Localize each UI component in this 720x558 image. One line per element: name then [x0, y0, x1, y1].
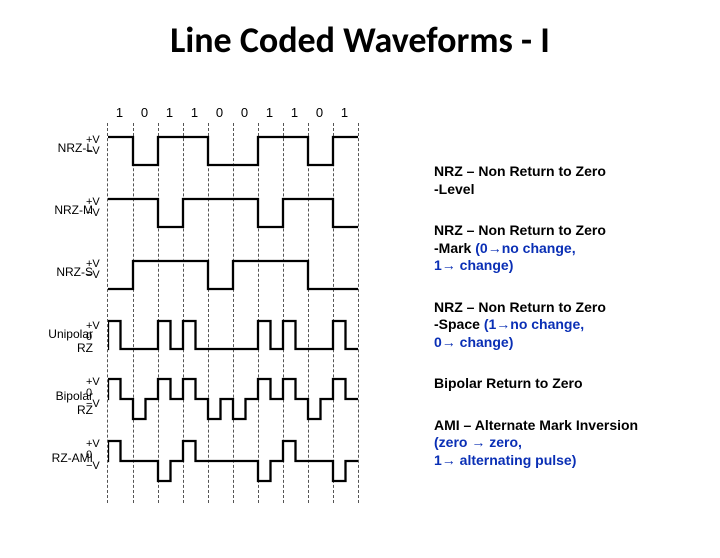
waveform-row: BipolarRZ+V0−V [108, 371, 383, 427]
desc-text: change) [456, 257, 514, 273]
level-labels: +V−V [86, 197, 100, 219]
waveform-nrz_l [108, 123, 358, 179]
waveform-urz [108, 309, 358, 365]
desc-text: 1 [434, 257, 442, 273]
row-label: NRZ-M [28, 203, 93, 217]
row-label: BipolarRZ [28, 389, 93, 417]
bit-sequence: 1011001101 [107, 105, 357, 120]
bit-label: 1 [282, 105, 307, 120]
waveform-brz [108, 371, 358, 427]
waveform-row: UnipolarRZ+V0 [108, 309, 383, 365]
bit-label: 1 [257, 105, 282, 120]
level-labels: +V−V [86, 259, 100, 281]
row-label: UnipolarRZ [28, 327, 93, 355]
desc-text: → [442, 452, 456, 468]
description-block: NRZ – Non Return to Zero-Space (1→no cha… [434, 299, 698, 352]
desc-text: change) [456, 334, 514, 350]
waveform-row: RZ-AMI+V0−V [108, 433, 383, 489]
row-label: RZ-AMI [28, 451, 93, 465]
bit-label: 0 [132, 105, 157, 120]
level-labels: +V0 [86, 321, 100, 343]
waveform-diagram: 1011001101 NRZ-L+V−VNRZ-M+V−VNRZ-S+V−VUn… [22, 103, 412, 548]
desc-text: → [442, 257, 456, 273]
desc-text: → [471, 434, 485, 450]
waveform-row: NRZ-M+V−V [108, 185, 383, 241]
waveform-nrz_s [108, 247, 358, 303]
level-labels: +V0−V [86, 439, 100, 472]
desc-text: (zero [434, 434, 471, 450]
waveform-row: NRZ-S+V−V [108, 247, 383, 303]
bit-label: 1 [182, 105, 207, 120]
bit-label: 1 [332, 105, 357, 120]
desc-text: zero, [485, 434, 522, 450]
bit-label: 0 [307, 105, 332, 120]
row-label: NRZ-L [28, 141, 93, 155]
content-area: 1011001101 NRZ-L+V−VNRZ-M+V−VNRZ-S+V−VUn… [22, 103, 698, 548]
row-label: NRZ-S [28, 265, 93, 279]
descriptions-column: NRZ – Non Return to Zero-Level NRZ – Non … [412, 103, 698, 548]
level-labels: +V−V [86, 135, 100, 157]
level-labels: +V0−V [86, 377, 100, 410]
waveform-ami [108, 433, 358, 489]
desc-text: 1 [434, 452, 442, 468]
description-block: NRZ – Non Return to Zero-Mark (0→no chan… [434, 222, 698, 275]
waveform-nrz_m [108, 185, 358, 241]
desc-text: → [442, 334, 456, 350]
bit-label: 0 [232, 105, 257, 120]
description-block: NRZ – Non Return to Zero-Level [434, 163, 698, 198]
desc-text: alternating pulse) [456, 452, 577, 468]
bit-label: 1 [157, 105, 182, 120]
page-title: Line Coded Waveforms - I [0, 18, 720, 62]
bit-label: 0 [207, 105, 232, 120]
waveform-row: NRZ-L+V−V [108, 123, 383, 179]
desc-text: 0 [434, 334, 442, 350]
description-block: Bipolar Return to Zero [434, 375, 698, 393]
description-block: AMI – Alternate Mark Inversion(zero → ze… [434, 417, 698, 470]
bit-label: 1 [107, 105, 132, 120]
waveform-grid: NRZ-L+V−V NRZ-M+V−V NRZ-S+V−V UnipolarRZ+V0… [107, 123, 383, 503]
